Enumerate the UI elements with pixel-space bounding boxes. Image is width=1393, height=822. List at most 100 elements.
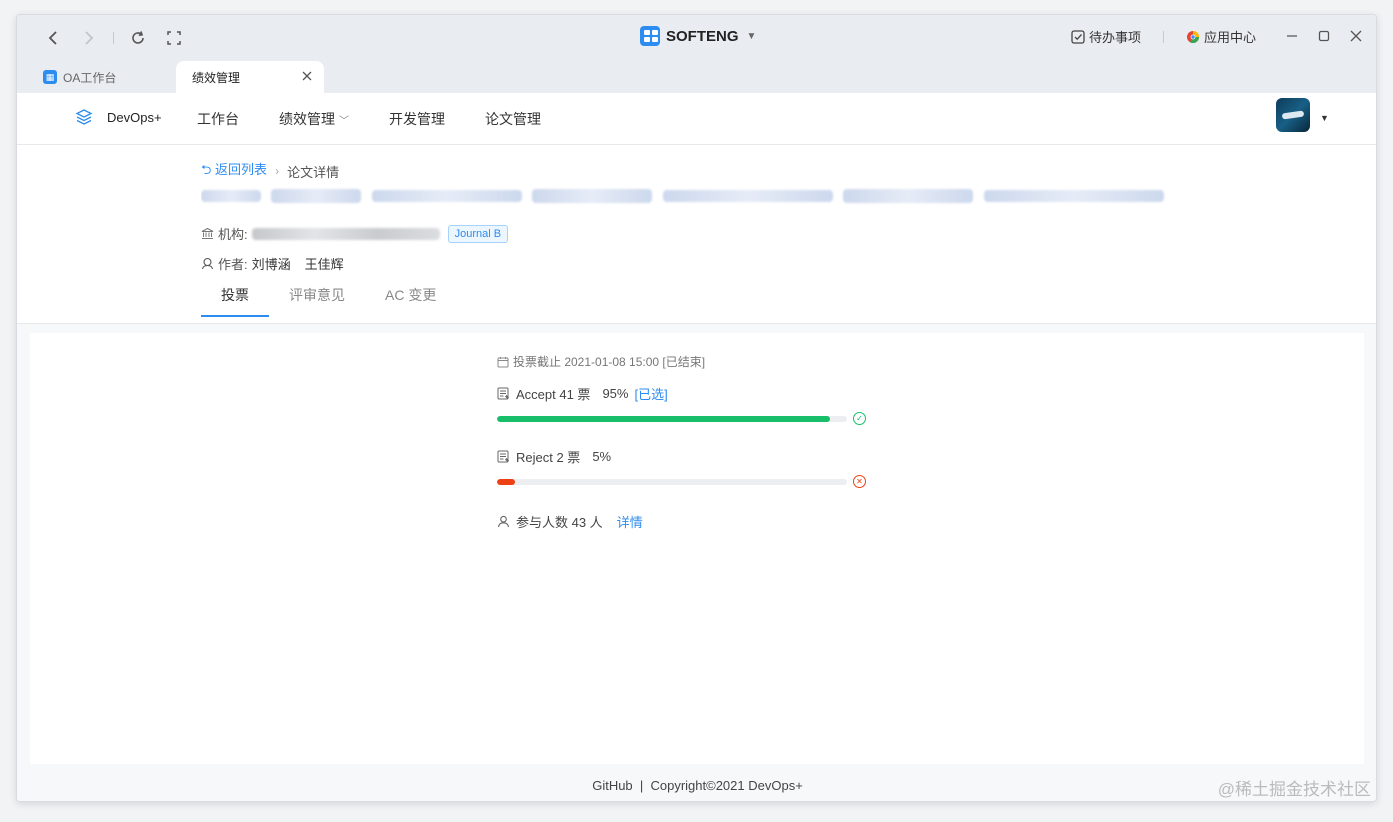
paper-title-redacted [201,187,1169,207]
caret-down-icon[interactable]: ▼ [1320,113,1329,123]
app-center-button[interactable]: 应用中心 [1186,27,1256,46]
tab-ac-changes[interactable]: AC 变更 [365,281,456,317]
org-name-redacted [251,227,440,240]
browser-window: SOFTENG ▼ 待办事项 应用中心 ▦ OA工作台 绩效管理 DevOps+… [16,14,1377,802]
avatar[interactable] [1276,98,1310,132]
tab-performance[interactable]: 绩效管理 [176,61,324,93]
user-icon [497,515,510,528]
checkbox-icon [1071,29,1085,44]
authors-label: 作者: [218,257,248,272]
app-header: DevOps+ 工作台 绩效管理 ﹀ 开发管理 论文管理 ▼ [17,93,1376,145]
reject-progress-bar [497,478,847,485]
menu-label: 工作台 [197,111,239,127]
refresh-icon [132,31,144,44]
close-icon [302,71,312,81]
breadcrumb-current: 论文详情 [287,164,340,180]
chevron-down-icon: ﹀ [339,115,349,127]
selected-marker: [已选] [634,387,668,402]
return-icon: ⮌ [201,162,212,177]
minimize-button[interactable] [1286,29,1298,45]
authors-row: 作者: 刘博涵 王佳辉 [201,254,354,273]
app-logo[interactable]: DevOps+ [75,108,162,126]
forward-button[interactable] [71,27,107,49]
progress-fill [497,415,830,422]
participants-row: 参与人数 43 人 详情 [497,512,897,531]
footer-text: GitHub | Copyright©2021 DevOps+ [592,777,803,793]
close-circle-icon: ✕ [853,475,866,488]
arrow-left-icon [48,31,57,45]
back-to-list-link[interactable]: ⮌ 返回列表 [201,159,267,183]
option-label: Reject 2 票 [516,450,581,465]
maximize-button[interactable] [1318,29,1330,45]
navigation-controls [35,27,192,49]
close-window-button[interactable] [1350,29,1362,45]
tab-label: 绩效管理 [192,70,241,85]
progress-fill [497,478,515,485]
close-tab-button[interactable] [302,68,312,84]
grid-logo-icon [640,26,660,46]
author-name: 王佳辉 [304,257,344,272]
org-label: 机构: [218,227,248,242]
reject-progress-row: ✕ [497,475,897,488]
fullscreen-button[interactable] [156,27,192,49]
vote-deadline: 投票截止 2021-01-08 15:00 [已结束] [497,353,897,370]
close-icon [1350,30,1362,41]
back-label: 返回列表 [215,162,268,177]
details-link[interactable]: 详情 [617,512,643,531]
vote-option-accept: Accept 41 票 95% [已选] [497,384,897,403]
app-logo-text: DevOps+ [107,109,162,125]
participants-text: 参与人数 43 人 [516,515,603,530]
content-area: 投票截止 2021-01-08 15:00 [已结束] Accept 41 票 … [17,324,1376,767]
tab-label: OA工作台 [63,70,117,85]
fullscreen-icon [167,31,181,45]
menu-item-workbench[interactable]: 工作台 [197,109,239,129]
vote-panel: 投票截止 2021-01-08 15:00 [已结束] Accept 41 票 … [30,333,1364,764]
title-bar: SOFTENG ▼ 待办事项 应用中心 [17,15,1376,61]
app-brand[interactable]: SOFTENG ▼ [640,26,756,46]
option-percent: 5% [592,449,612,464]
author-name: 刘博涵 [251,257,291,272]
menu-item-papers[interactable]: 论文管理 [485,109,541,129]
main-menu: 工作台 绩效管理 ﹀ 开发管理 论文管理 [197,93,581,145]
vote-section: 投票截止 2021-01-08 15:00 [已结束] Accept 41 票 … [497,353,897,531]
arrow-right-icon [85,31,94,45]
back-button[interactable] [35,27,71,49]
vote-option-reject: Reject 2 票 5% [497,447,897,466]
minimize-icon [1287,34,1297,37]
todo-button[interactable]: 待办事项 [1071,27,1141,46]
option-percent: 95% [602,386,629,401]
tab-review-comments[interactable]: 评审意见 [269,281,365,317]
ballot-icon [497,387,509,400]
todo-label: 待办事项 [1088,30,1141,45]
check-circle-icon: ✓ [853,412,866,425]
menu-label: 开发管理 [389,111,445,127]
tab-oa-workbench[interactable]: ▦ OA工作台 [31,61,181,93]
organization-row: 机构: Journal B [201,224,509,243]
window-controls [1286,29,1362,45]
paper-tabs: 投票 评审意见 AC 变更 [201,281,456,317]
divider [1162,30,1164,43]
reload-button[interactable] [120,27,156,49]
authors-icon [201,257,214,270]
chevron-right-icon: › [275,164,280,178]
paper-header: ⮌ 返回列表 › 论文详情 机构: Journal B 作者: 刘博涵 王佳辉 [17,145,1376,324]
tab-vote[interactable]: 投票 [201,281,269,317]
tab-bar: ▦ OA工作台 绩效管理 [17,61,1376,93]
footer: GitHub | Copyright©2021 DevOps+ [17,767,1376,801]
app-center-icon [1186,30,1199,43]
menu-item-development[interactable]: 开发管理 [389,109,445,129]
accept-progress-bar [497,415,847,422]
ballot-icon [497,450,509,463]
journal-tag: Journal B [447,224,509,243]
app-center-label: 应用中心 [1203,30,1256,45]
deadline-text: 投票截止 2021-01-08 15:00 [已结束] [513,355,706,369]
menu-item-performance[interactable]: 绩效管理 ﹀ [279,109,349,129]
watermark: @稀土掘金技术社区 [1217,780,1371,799]
brand-name: SOFTENG [666,27,739,45]
breadcrumb: ⮌ 返回列表 › 论文详情 [201,159,339,183]
maximize-icon [1318,30,1330,41]
divider [113,32,114,44]
titlebar-actions: 待办事项 应用中心 [1071,27,1362,46]
menu-label: 论文管理 [485,111,541,127]
calendar-icon [497,356,509,367]
